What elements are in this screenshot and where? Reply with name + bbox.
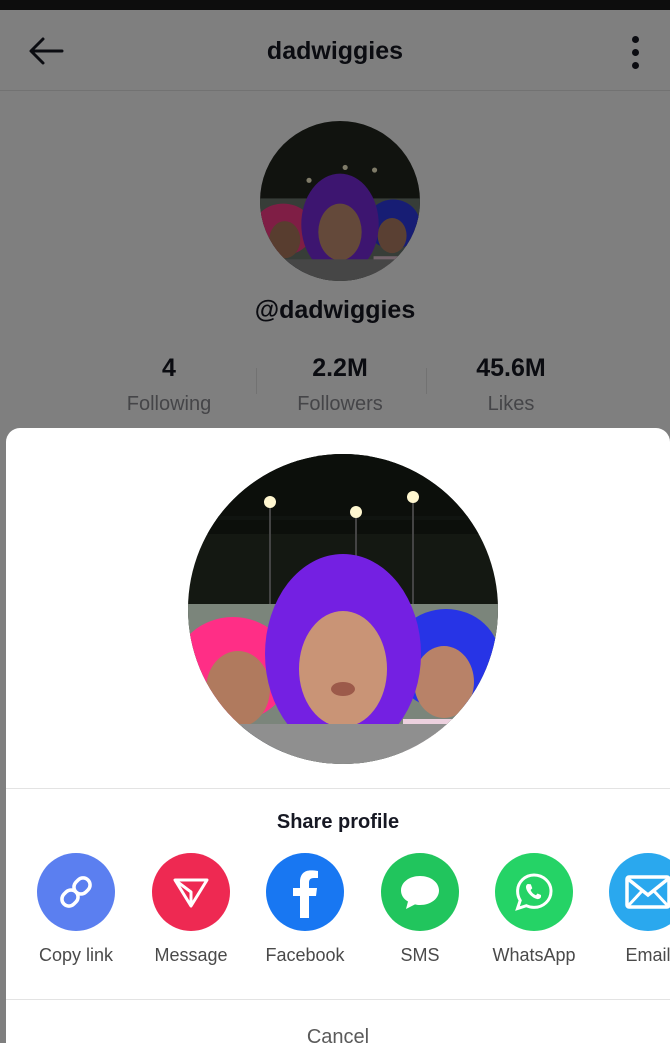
share-option-message[interactable]: Message [141, 853, 241, 966]
share-option-facebook[interactable]: Facebook [255, 853, 355, 966]
share-option-copy-link[interactable]: Copy link [26, 853, 126, 966]
whatsapp-icon [495, 853, 573, 931]
share-option-label: Message [154, 945, 228, 965]
link-icon [37, 853, 115, 931]
share-sheet-title: Share profile [276, 811, 400, 833]
share-option-email[interactable]: Email [598, 853, 670, 966]
send-icon [152, 853, 230, 931]
divider [6, 999, 670, 1000]
facebook-icon [266, 853, 344, 931]
share-option-label: Facebook [265, 945, 345, 965]
divider [6, 788, 670, 789]
share-option-label: Copy link [38, 945, 114, 965]
share-option-label: SMS [400, 945, 440, 965]
share-sheet: Share profile Copy link Message Facebook… [6, 428, 670, 1043]
share-option-sms[interactable]: SMS [370, 853, 470, 966]
share-option-label: Email [625, 945, 670, 965]
envelope-icon [609, 853, 670, 931]
share-option-label: WhatsApp [492, 945, 576, 965]
cancel-button[interactable]: Cancel [6, 1026, 670, 1043]
share-profile-avatar [188, 454, 498, 764]
share-option-whatsapp[interactable]: WhatsApp [484, 853, 584, 966]
chat-bubble-icon [381, 853, 459, 931]
